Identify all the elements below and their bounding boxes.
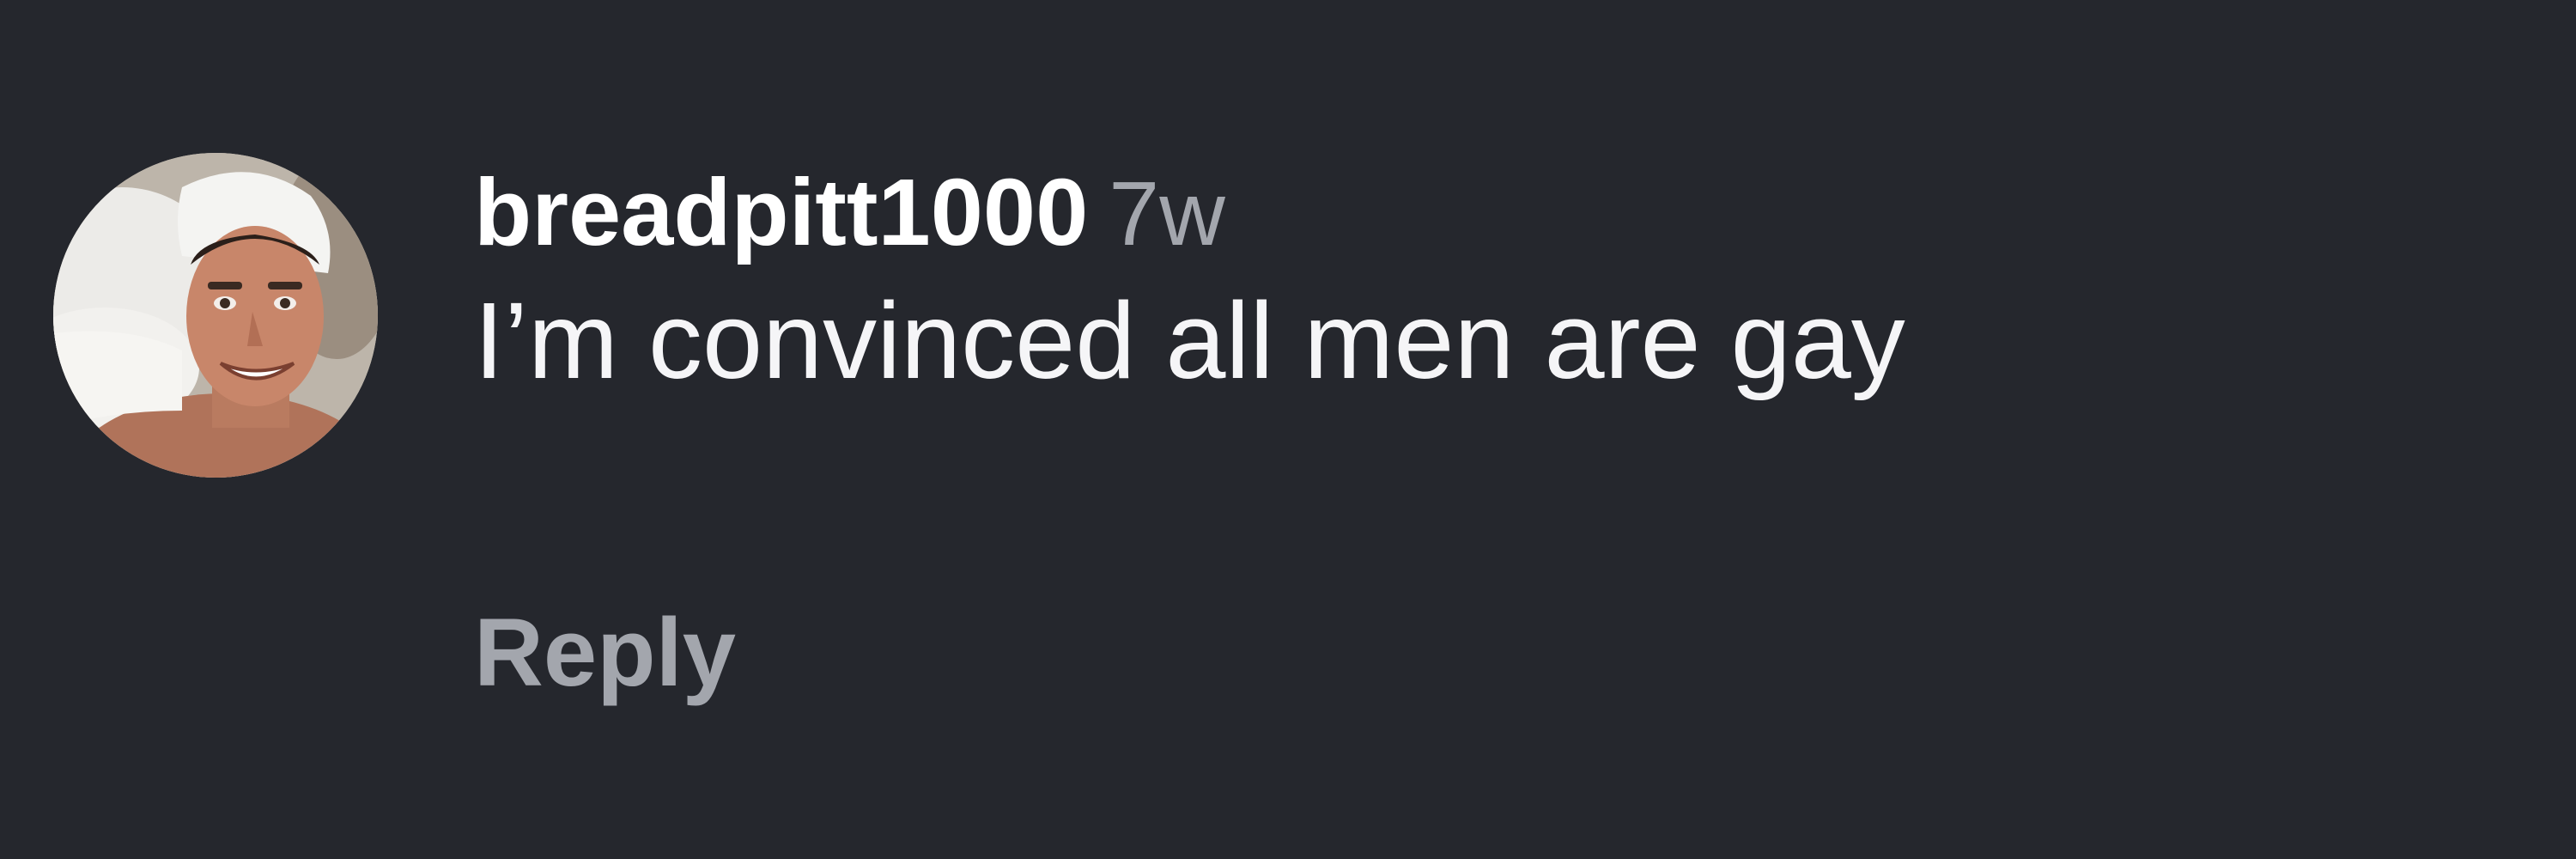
username-link[interactable]: breadpitt1000	[474, 160, 1088, 265]
comment-body: breadpitt1000 7w I’m convinced all men ar…	[474, 153, 2524, 405]
profile-photo-icon	[53, 153, 378, 478]
comment-text: I’m convinced all men are gay	[474, 280, 1905, 401]
avatar[interactable]	[53, 153, 378, 478]
comment-timestamp: 7w	[1109, 163, 1225, 265]
comment-item: breadpitt1000 7w I’m convinced all men ar…	[0, 0, 2576, 859]
reply-button[interactable]: Reply	[474, 593, 736, 713]
comment-header: breadpitt1000 7w	[474, 153, 2524, 273]
